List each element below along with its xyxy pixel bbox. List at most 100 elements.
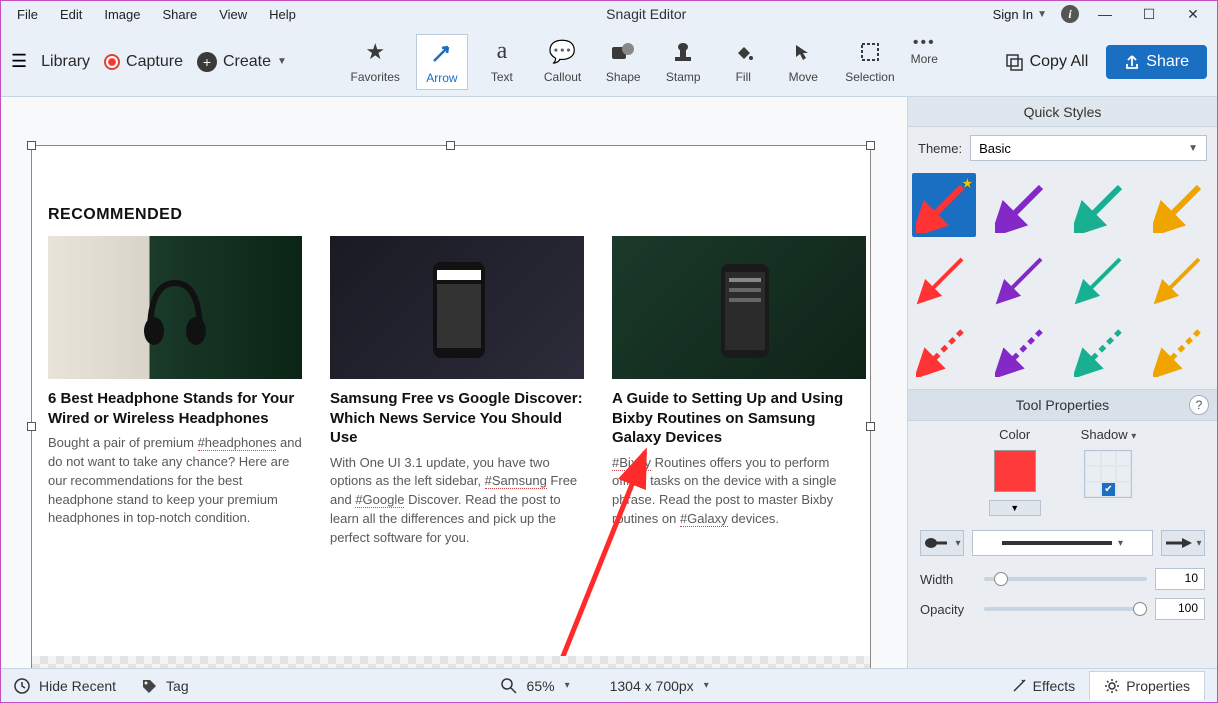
close-button[interactable]: ✕	[1175, 2, 1211, 26]
info-icon[interactable]: i	[1061, 5, 1079, 23]
article-link[interactable]: #Samsung	[485, 473, 547, 489]
hide-recent-button[interactable]: Hide Recent	[13, 677, 116, 695]
style-swatch[interactable]	[1070, 245, 1134, 309]
theme-label: Theme:	[918, 141, 962, 156]
right-panel: Quick Styles Theme: Basic▼ ★ Tool Proper…	[907, 97, 1217, 668]
tool-more[interactable]: •••More	[911, 34, 938, 90]
record-icon	[104, 54, 120, 70]
style-swatch[interactable]	[912, 245, 976, 309]
menu-edit[interactable]: Edit	[50, 5, 92, 24]
article-thumbnail	[612, 236, 866, 379]
width-slider[interactable]	[984, 577, 1147, 581]
chevron-down-icon: ▼	[1188, 143, 1198, 154]
width-input[interactable]: 10	[1155, 568, 1205, 590]
share-icon	[1124, 54, 1140, 70]
canvas-area[interactable]: RECOMMENDED 6 Best Headphone Stands for …	[1, 97, 907, 668]
opacity-input[interactable]: 100	[1155, 598, 1205, 620]
article-link[interactable]: #Galaxy	[680, 511, 728, 527]
help-icon[interactable]: ?	[1189, 395, 1209, 415]
create-button[interactable]: +Create▼	[197, 52, 287, 72]
tool-shape[interactable]: Shape	[597, 34, 649, 90]
main-toolbar: ☰ Library Capture +Create▼ ★Favorites Ar…	[1, 27, 1217, 97]
copy-icon	[1004, 52, 1024, 72]
style-swatch[interactable]	[1070, 317, 1134, 381]
style-swatch[interactable]: ★	[912, 173, 976, 237]
tool-fill[interactable]: Fill	[717, 34, 769, 90]
tool-arrow[interactable]: Arrow	[416, 34, 468, 90]
effects-tab[interactable]: Effects	[997, 671, 1090, 700]
tool-move[interactable]: Move	[777, 34, 829, 90]
style-swatch[interactable]	[1149, 245, 1213, 309]
line-style-select[interactable]: ▾	[972, 530, 1153, 556]
tool-strip: ★Favorites Arrow aText 💬Callout Shape St…	[287, 34, 994, 90]
tool-callout[interactable]: 💬Callout	[536, 34, 589, 90]
properties-tab[interactable]: Properties	[1089, 671, 1205, 700]
capture-button[interactable]: Capture	[104, 53, 183, 71]
menu-file[interactable]: File	[7, 5, 48, 24]
search-icon	[501, 678, 517, 694]
shadow-label: Shadow ▾	[1081, 427, 1137, 442]
color-swatch[interactable]	[994, 450, 1036, 492]
article-title: Samsung Free vs Google Discover: Which N…	[330, 389, 584, 448]
style-swatch[interactable]	[1149, 317, 1213, 381]
shadow-picker[interactable]: ✔	[1084, 450, 1132, 498]
article-thumbnail	[48, 236, 302, 379]
main-area: RECOMMENDED 6 Best Headphone Stands for …	[1, 97, 1217, 668]
article-link[interactable]: #Bixby	[612, 455, 651, 471]
end-cap-select[interactable]: ▾	[1161, 530, 1205, 556]
style-swatch[interactable]	[991, 173, 1055, 237]
tag-icon	[140, 677, 158, 695]
stamp-icon	[672, 38, 694, 66]
gear-icon	[1104, 678, 1120, 694]
article-link[interactable]: #headphones	[198, 435, 277, 451]
opacity-label: Opacity	[920, 602, 976, 617]
chevron-down-icon: ▼	[277, 56, 287, 67]
style-swatch[interactable]	[991, 245, 1055, 309]
zoom-control[interactable]: 65%▾	[501, 678, 570, 694]
resize-handle-nw[interactable]	[27, 141, 36, 150]
opacity-slider[interactable]	[984, 607, 1147, 611]
style-swatch[interactable]	[912, 317, 976, 381]
copy-all-button[interactable]: Copy All	[994, 46, 1099, 78]
minimize-button[interactable]: —	[1087, 2, 1123, 26]
resize-handle-w[interactable]	[27, 422, 36, 431]
dimensions-display[interactable]: 1304 x 700px▾	[610, 678, 709, 694]
resize-handle-e[interactable]	[866, 422, 875, 431]
style-swatch-grid: ★	[908, 169, 1217, 389]
style-swatch[interactable]	[991, 317, 1055, 381]
tool-text[interactable]: aText	[476, 34, 528, 90]
menu-help[interactable]: Help	[259, 5, 306, 24]
menu-image[interactable]: Image	[94, 5, 150, 24]
share-button[interactable]: Share	[1106, 45, 1207, 79]
library-button[interactable]: Library	[41, 53, 90, 71]
style-swatch[interactable]	[1149, 173, 1213, 237]
menu-bar: File Edit Image Share View Help	[7, 5, 306, 24]
canvas-frame[interactable]: RECOMMENDED 6 Best Headphone Stands for …	[31, 145, 871, 668]
star-icon: ★	[961, 175, 974, 192]
article-link[interactable]: #Google	[355, 492, 404, 508]
sign-in-button[interactable]: Sign In ▼	[987, 7, 1053, 22]
resize-handle-ne[interactable]	[866, 141, 875, 150]
maximize-button[interactable]: ☐	[1131, 2, 1167, 26]
start-cap-select[interactable]: ▾	[920, 530, 964, 556]
shape-icon	[610, 38, 636, 66]
status-bar: Hide Recent Tag 65%▾ 1304 x 700px▾ Effec…	[1, 668, 1217, 702]
tool-selection[interactable]: Selection	[837, 34, 902, 90]
recommended-heading: RECOMMENDED	[48, 206, 182, 224]
width-label: Width	[920, 572, 976, 587]
clock-icon	[13, 677, 31, 695]
hamburger-icon[interactable]: ☰	[11, 51, 27, 72]
resize-handle-n[interactable]	[446, 141, 455, 150]
tool-stamp[interactable]: Stamp	[657, 34, 709, 90]
menu-view[interactable]: View	[209, 5, 257, 24]
star-icon: ★	[365, 38, 385, 66]
tag-button[interactable]: Tag	[140, 677, 189, 695]
tool-favorites[interactable]: ★Favorites	[343, 34, 408, 90]
style-swatch[interactable]	[1070, 173, 1134, 237]
dots-icon: •••	[913, 34, 936, 52]
theme-select[interactable]: Basic▼	[970, 135, 1207, 161]
menu-share[interactable]: Share	[153, 5, 208, 24]
selection-icon	[859, 38, 881, 66]
color-dropdown[interactable]: ▼	[989, 500, 1041, 516]
wand-icon	[1011, 678, 1027, 694]
